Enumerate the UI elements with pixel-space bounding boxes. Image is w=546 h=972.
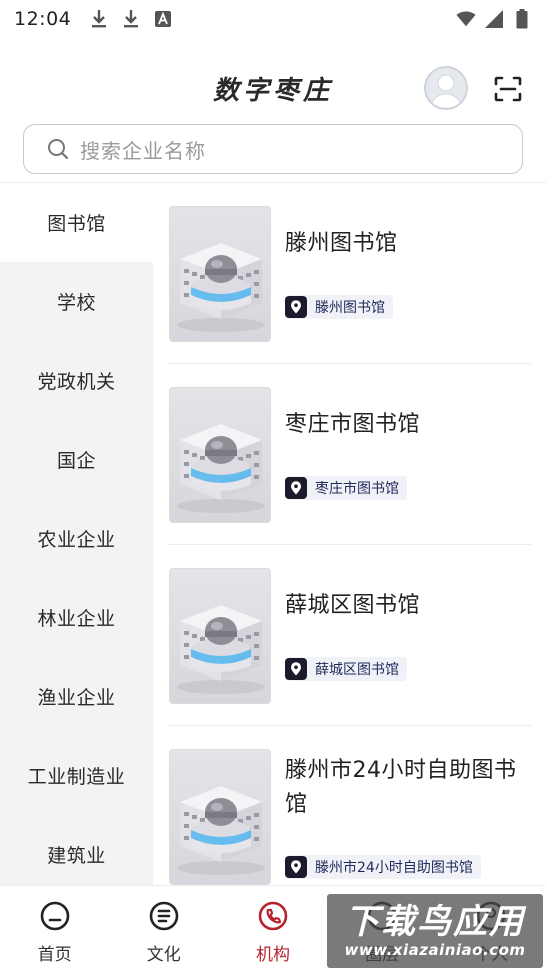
sidebar-item-construction[interactable]: 建筑业 (0, 815, 153, 885)
sidebar-item-label: 渔业企业 (37, 687, 116, 709)
document-list-icon (149, 901, 179, 931)
location-tag[interactable]: 薛城区图书馆 (285, 657, 407, 681)
sidebar-item-label: 学校 (56, 292, 96, 314)
sidebar-item-label: 党政机关 (37, 371, 116, 393)
location-tag[interactable]: 滕州图书馆 (285, 295, 393, 319)
nav-institution[interactable]: 机构 (218, 886, 327, 972)
app-notification-icon (153, 9, 173, 29)
nav-label: 机构 (255, 945, 290, 965)
location-tag-text: 枣庄市图书馆 (315, 481, 399, 497)
sidebar-item-school[interactable]: 学校 (0, 262, 153, 341)
sidebar-item-agriculture[interactable]: 农业企业 (0, 499, 153, 578)
nav-culture[interactable]: 文化 (109, 886, 218, 972)
location-tag[interactable]: 枣庄市图书馆 (285, 476, 407, 500)
sidebar-item-library[interactable]: 图书馆 (0, 183, 153, 262)
sidebar-item-state-owned[interactable]: 国企 (0, 420, 153, 499)
item-title: 滕州图书馆 (285, 231, 398, 256)
battery-icon (512, 9, 532, 29)
watermark: 下载鸟应用 www.xiazainiao.com (327, 894, 543, 968)
location-pin-icon (285, 477, 307, 499)
search-input[interactable]: 搜索企业名称 (23, 124, 523, 174)
sidebar-item-fishery[interactable]: 渔业企业 (0, 657, 153, 736)
sidebar-item-label: 国企 (56, 450, 96, 472)
sidebar-item-label: 工业制造业 (27, 766, 126, 788)
search-icon (48, 139, 69, 160)
avatar-user-icon (429, 74, 463, 108)
category-sidebar: 图书馆 学校 党政机关 国企 农业企业 林业企业 渔业企业 工业制造业 建筑业 (0, 183, 153, 885)
library-thumbnail (169, 749, 271, 885)
location-pin-icon (285, 658, 307, 680)
location-tag-text: 薛城区图书馆 (315, 662, 399, 678)
app-header: 数字枣庄 (0, 56, 546, 118)
sidebar-item-label: 建筑业 (47, 845, 106, 867)
library-thumbnail (169, 568, 271, 704)
scan-button[interactable] (492, 74, 524, 104)
status-system-icons (456, 9, 532, 29)
watermark-url: www.xiazainiao.com (344, 941, 526, 959)
sidebar-item-label: 农业企业 (37, 529, 116, 551)
scan-icon (494, 76, 522, 102)
location-pin-icon (285, 856, 307, 878)
location-pin-icon (285, 296, 307, 318)
status-bar: 12:04 (0, 0, 546, 38)
avatar[interactable] (424, 66, 468, 110)
search-placeholder: 搜索企业名称 (80, 138, 206, 163)
signal-icon (484, 9, 504, 29)
nav-label: 文化 (146, 945, 181, 965)
sidebar-item-manufacturing[interactable]: 工业制造业 (0, 736, 153, 815)
location-tag-text: 滕州市24小时自助图书馆 (315, 860, 473, 876)
phone-circle-icon (258, 901, 288, 931)
nav-label: 首页 (37, 945, 72, 965)
watermark-text: 下载鸟应用 (345, 902, 525, 942)
library-thumbnail (169, 206, 271, 342)
list-item[interactable]: 滕州市24小时自助图书馆 滕州市24小时自助图书馆 (168, 726, 532, 885)
status-time: 12:04 (14, 8, 72, 30)
location-tag-text: 滕州图书馆 (315, 300, 385, 316)
nav-home[interactable]: 首页 (0, 886, 109, 972)
item-title: 枣庄市图书馆 (285, 412, 421, 437)
download-icon (121, 9, 141, 29)
list-item[interactable]: 滕州图书馆 滕州图书馆 (168, 183, 532, 364)
item-title: 滕州市24小时自助图书馆 (285, 758, 517, 817)
sidebar-item-label: 图书馆 (47, 213, 106, 235)
list-item[interactable]: 枣庄市图书馆 枣庄市图书馆 (168, 364, 532, 545)
sidebar-item-government[interactable]: 党政机关 (0, 341, 153, 420)
wifi-icon (456, 9, 476, 29)
item-title: 薛城区图书馆 (285, 593, 421, 618)
sidebar-item-forestry[interactable]: 林业企业 (0, 578, 153, 657)
list-item[interactable]: 薛城区图书馆 薛城区图书馆 (168, 545, 532, 726)
institution-list: 滕州图书馆 滕州图书馆 枣庄市图书馆 枣庄市图书馆 薛城区图书馆 薛城区图书馆 … (153, 183, 546, 885)
download-icon (89, 9, 109, 29)
status-notification-icons (89, 9, 173, 29)
home-face-icon (40, 901, 69, 931)
location-tag[interactable]: 滕州市24小时自助图书馆 (285, 855, 481, 879)
library-thumbnail (169, 387, 271, 523)
sidebar-item-label: 林业企业 (37, 608, 116, 630)
